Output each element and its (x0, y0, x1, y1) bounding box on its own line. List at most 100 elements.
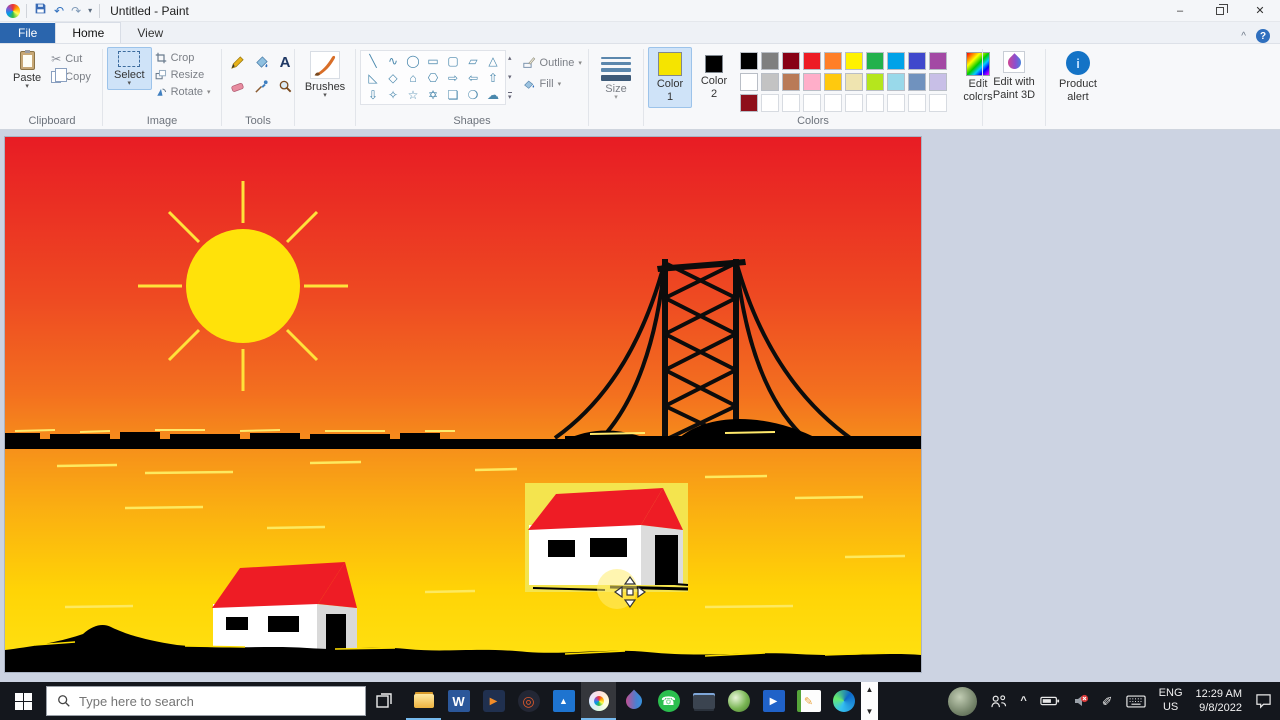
battery-icon[interactable] (1040, 695, 1060, 707)
palette-color-2-5[interactable] (845, 94, 863, 112)
palette-color-0-9[interactable] (929, 52, 947, 70)
taskbar-app-notes[interactable]: ✎ (791, 682, 826, 720)
taskbar-overflow-scrollbar[interactable]: ▲ ▼ (861, 682, 878, 720)
hidden-icons-chevron[interactable]: ^ (1020, 695, 1026, 707)
tab-file[interactable]: File (0, 23, 55, 43)
shape-pentagon[interactable]: ⌂ (403, 69, 423, 86)
customize-quick-access-button[interactable]: ▾ (88, 7, 92, 15)
palette-color-0-6[interactable] (866, 52, 884, 70)
taskbar-app-groove-music[interactable]: ◎ (511, 682, 546, 720)
edit-with-paint3d-button[interactable]: Edit with Paint 3D (981, 47, 1047, 105)
shape-rectangle[interactable]: ▭ (423, 52, 443, 69)
palette-color-0-3[interactable] (803, 52, 821, 70)
start-button[interactable] (0, 682, 46, 720)
size-button[interactable]: Size ▾ (594, 47, 638, 104)
save-button[interactable] (34, 2, 47, 20)
taskbar-app-krita[interactable] (616, 682, 651, 720)
palette-color-2-8[interactable] (908, 94, 926, 112)
taskbar-app-movies-tv[interactable]: ▶ (756, 682, 791, 720)
shapes-more-button[interactable]: ▾ (508, 92, 512, 101)
outline-button[interactable]: Outline ▾ (520, 55, 585, 70)
palette-color-0-5[interactable] (845, 52, 863, 70)
color2-button[interactable]: Color 2 (692, 47, 736, 105)
select-button[interactable]: Select ▾ (107, 47, 152, 90)
shape-right-arrow[interactable]: ⇨ (443, 69, 463, 86)
search-input[interactable] (79, 694, 329, 709)
palette-color-1-6[interactable] (866, 73, 884, 91)
shape-rounded-rectangle[interactable]: ▢ (443, 52, 463, 69)
palette-color-0-0[interactable] (740, 52, 758, 70)
tab-view[interactable]: View (121, 23, 179, 43)
user-avatar[interactable] (948, 687, 977, 716)
palette-color-1-1[interactable] (761, 73, 779, 91)
eraser-tool-button[interactable] (226, 75, 248, 97)
shapes-scroll-up-button[interactable]: ▴ (508, 54, 512, 62)
palette-color-1-0[interactable] (740, 73, 758, 91)
palette-color-1-2[interactable] (782, 73, 800, 91)
shapes-scroll-down-button[interactable]: ▾ (508, 73, 512, 81)
brushes-button[interactable]: Brushes ▾ (298, 47, 352, 102)
palette-color-0-8[interactable] (908, 52, 926, 70)
shape-left-arrow[interactable]: ⇦ (463, 69, 483, 86)
taskbar-app-whatsapp[interactable]: ☎ (651, 682, 686, 720)
minimize-button[interactable]: – (1160, 0, 1200, 21)
crop-button[interactable]: Crop (152, 51, 214, 65)
people-icon[interactable] (990, 694, 1007, 709)
shape-oval[interactable]: ◯ (403, 52, 423, 69)
taskbar-app-sphere-app[interactable] (721, 682, 756, 720)
cut-button[interactable]: ✂ Cut (48, 51, 94, 67)
shape-curve[interactable]: ∿ (383, 52, 403, 69)
touch-keyboard-icon[interactable] (1126, 695, 1146, 708)
palette-color-1-8[interactable] (908, 73, 926, 91)
action-center-icon[interactable] (1255, 693, 1272, 709)
palette-color-1-9[interactable] (929, 73, 947, 91)
volume-muted-icon[interactable] (1073, 694, 1089, 708)
taskbar-app-media-player[interactable]: ▶ (476, 682, 511, 720)
pencil-tool-button[interactable] (226, 51, 248, 73)
palette-color-1-3[interactable] (803, 73, 821, 91)
language-indicator[interactable]: ENG US (1159, 687, 1183, 715)
tab-home[interactable]: Home (55, 22, 121, 43)
taskbar-app-photos[interactable]: ▲ (546, 682, 581, 720)
palette-color-2-7[interactable] (887, 94, 905, 112)
shape-four-point-star[interactable]: ✧ (383, 86, 403, 103)
taskbar-app-word[interactable]: W (441, 682, 476, 720)
product-alert-button[interactable]: i Product alert (1045, 47, 1111, 107)
palette-color-0-1[interactable] (761, 52, 779, 70)
taskbar-search[interactable] (46, 686, 366, 716)
task-view-button[interactable] (366, 682, 402, 720)
shape-rounded-callout[interactable]: ❏ (443, 86, 463, 103)
redo-button[interactable]: ↷ (71, 5, 81, 17)
palette-color-0-7[interactable] (887, 52, 905, 70)
taskbar-app-file-explorer[interactable] (406, 682, 441, 720)
shape-five-point-star[interactable]: ☆ (403, 86, 423, 103)
palette-color-0-2[interactable] (782, 52, 800, 70)
palette-color-1-5[interactable] (845, 73, 863, 91)
shape-line[interactable]: ╲ (363, 52, 383, 69)
shape-six-point-star[interactable]: ✡ (423, 86, 443, 103)
taskbar-app-remote-desktop[interactable] (686, 682, 721, 720)
shape-right-triangle[interactable]: ◺ (363, 69, 383, 86)
palette-color-1-4[interactable] (824, 73, 842, 91)
shape-oval-callout[interactable]: ❍ (463, 86, 483, 103)
palette-color-2-3[interactable] (803, 94, 821, 112)
pen-icon[interactable]: ✐ (1102, 695, 1113, 708)
text-tool-button[interactable]: A (274, 51, 296, 73)
paste-button[interactable]: Paste ▾ (6, 47, 48, 93)
shape-polygon[interactable]: ▱ (463, 52, 483, 69)
palette-color-2-4[interactable] (824, 94, 842, 112)
palette-color-2-2[interactable] (782, 94, 800, 112)
shape-down-arrow[interactable]: ⇩ (363, 86, 383, 103)
palette-color-2-9[interactable] (929, 94, 947, 112)
help-button[interactable]: ? (1256, 29, 1270, 43)
palette-color-0-4[interactable] (824, 52, 842, 70)
taskbar-app-edge[interactable] (826, 682, 861, 720)
shape-up-arrow[interactable]: ⇧ (483, 69, 503, 86)
clock[interactable]: 12:29 AM 9/8/2022 (1196, 687, 1242, 716)
copy-button[interactable]: Copy (48, 70, 94, 84)
paint-canvas[interactable] (5, 137, 921, 672)
shape-diamond[interactable]: ◇ (383, 69, 403, 86)
resize-button[interactable]: Resize (152, 68, 214, 82)
collapse-ribbon-button[interactable]: ^ (1241, 31, 1246, 42)
shape-cloud-callout[interactable]: ☁ (483, 86, 503, 103)
